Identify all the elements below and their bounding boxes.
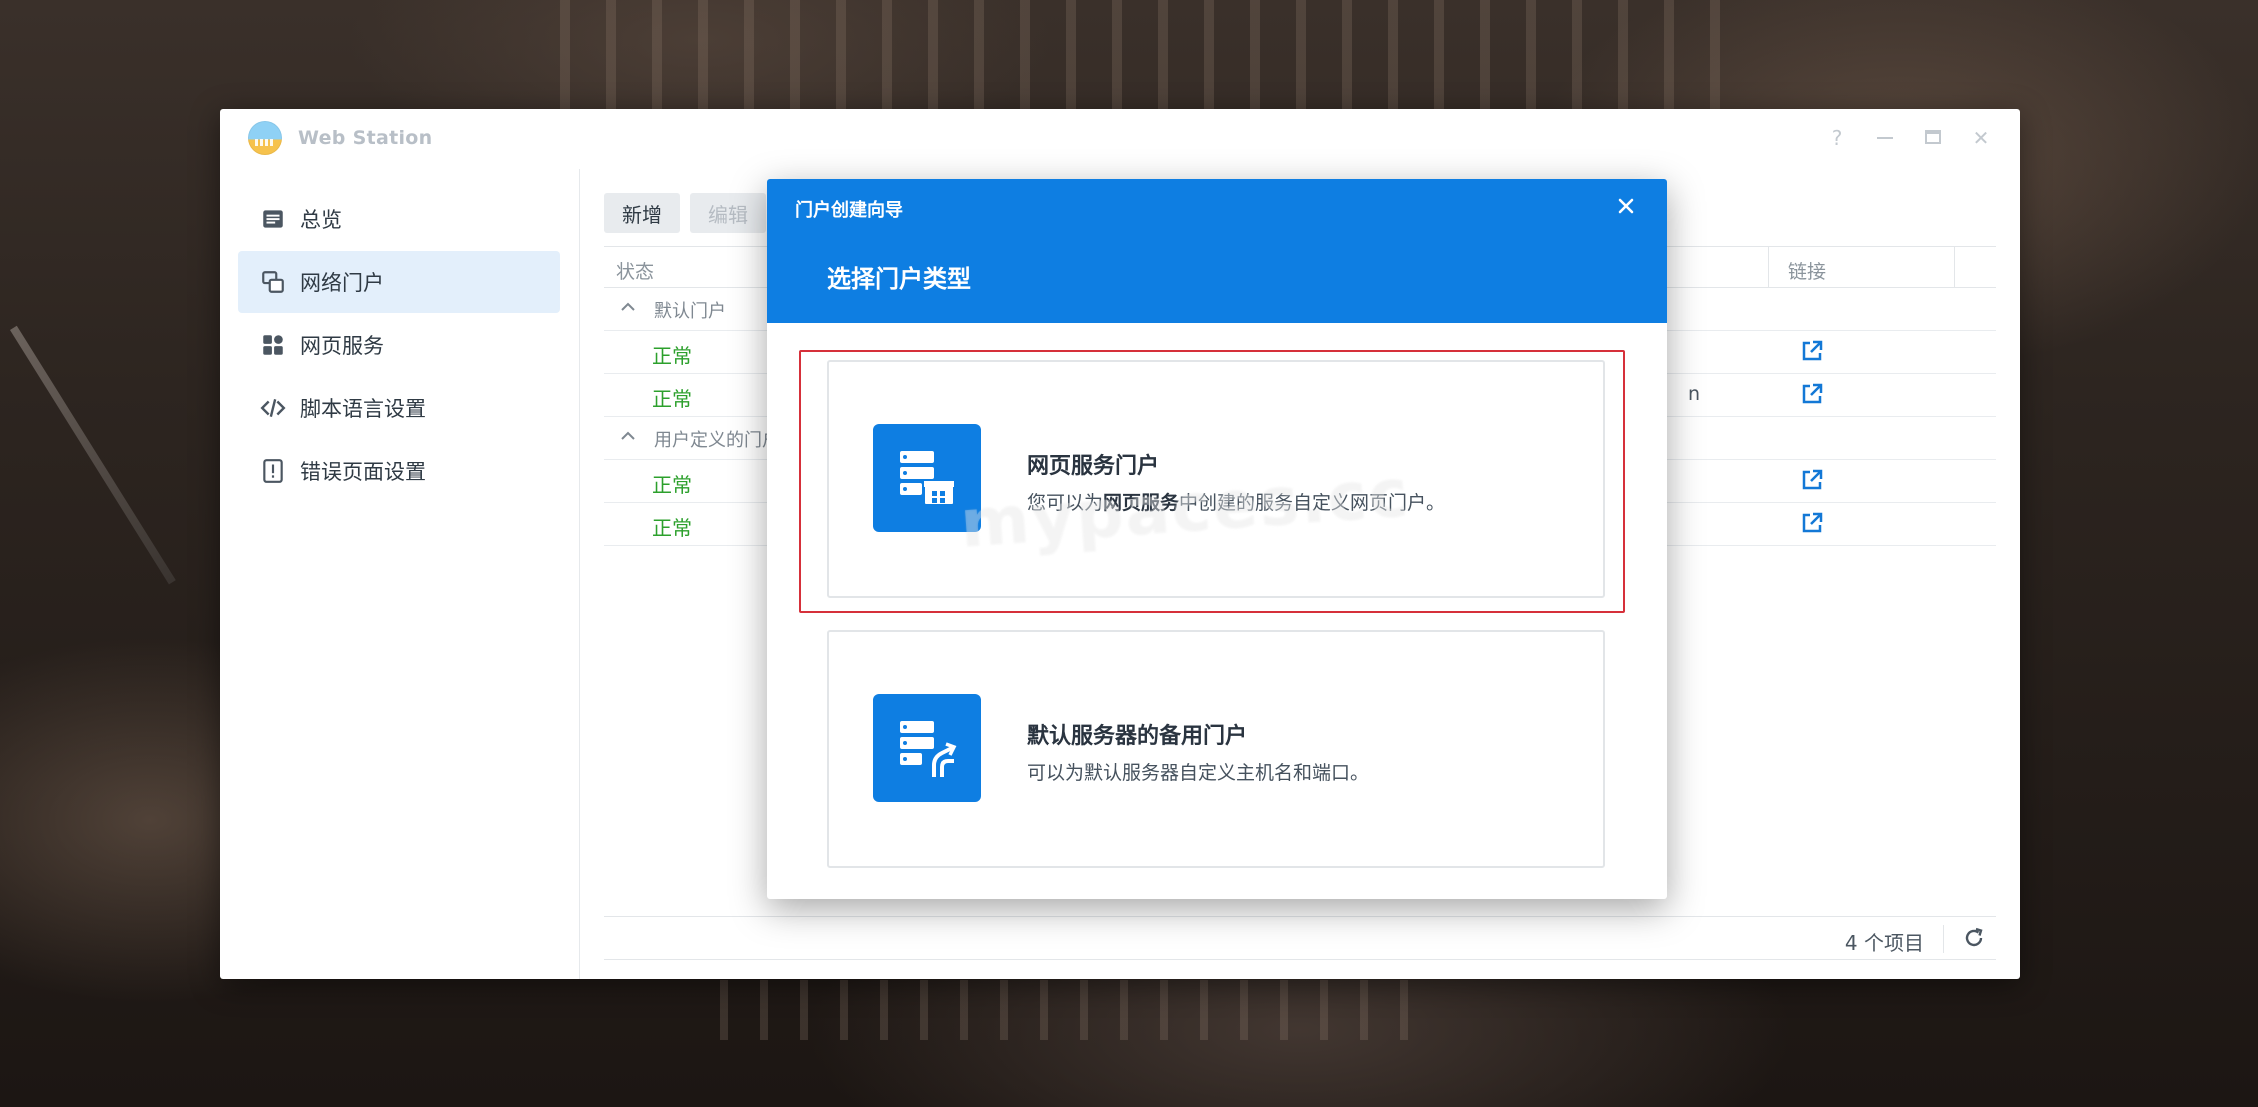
- wizard-step-title: 选择门户类型: [827, 265, 971, 293]
- row-text-fragment: n: [1688, 383, 1701, 405]
- option-web-service-portal[interactable]: 网页服务门户 您可以为网页服务中创建的服务自定义网页门户。: [827, 360, 1605, 598]
- option-alternative-portal[interactable]: 默认服务器的备用门户 可以为默认服务器自定义主机名和端口。: [827, 630, 1605, 868]
- status-badge: 正常: [652, 473, 692, 497]
- item-count: 4 个项目: [1844, 931, 1924, 955]
- sidebar-item-web-portal[interactable]: 网络门户: [238, 251, 560, 313]
- status-badge: 正常: [652, 387, 692, 411]
- background-tripod-leg: [10, 325, 176, 585]
- web-service-portal-icon: [873, 424, 981, 532]
- sidebar-item-overview[interactable]: 总览: [238, 188, 560, 250]
- alternative-portal-icon: [873, 694, 981, 802]
- web-service-icon: [260, 332, 286, 358]
- code-icon: [260, 395, 286, 421]
- toolbar: 新增 编辑: [604, 193, 766, 233]
- external-link-icon[interactable]: [1800, 468, 1824, 492]
- close-window-icon[interactable]: ✕: [1968, 125, 1994, 151]
- external-link-icon[interactable]: [1800, 339, 1824, 363]
- option-description: 您可以为网页服务中创建的服务自定义网页门户。: [1027, 488, 1445, 515]
- edit-button[interactable]: 编辑: [690, 193, 766, 233]
- option-description-suffix: 中创建的服务自定义网页门户。: [1179, 492, 1446, 514]
- add-button[interactable]: 新增: [604, 193, 680, 233]
- chevron-up-icon[interactable]: [618, 297, 638, 317]
- window-title: Web Station: [298, 127, 433, 149]
- background-blinds: [560, 0, 1740, 110]
- option-title: 网页服务门户: [1027, 454, 1160, 479]
- background-blinds-lower: [720, 980, 1420, 1040]
- external-link-icon[interactable]: [1800, 382, 1824, 406]
- help-icon[interactable]: ?: [1824, 125, 1850, 151]
- minimize-icon[interactable]: [1872, 125, 1898, 151]
- column-header-status[interactable]: 状态: [616, 257, 654, 284]
- sidebar: 总览 网络门户 网页服务 脚本语言设置 错误页面设置: [220, 169, 580, 979]
- web-portal-icon: [260, 269, 286, 295]
- footer-separator: [1943, 925, 1944, 953]
- wizard-title: 门户创建向导: [795, 200, 903, 221]
- sidebar-item-label: 总览: [300, 208, 342, 232]
- sidebar-item-label: 网络门户: [300, 271, 384, 295]
- error-page-icon: [260, 458, 286, 484]
- external-link-icon[interactable]: [1800, 511, 1824, 535]
- chevron-up-icon[interactable]: [618, 426, 638, 446]
- sidebar-item-web-service[interactable]: 网页服务: [238, 314, 560, 376]
- sidebar-item-label: 网页服务: [300, 334, 384, 358]
- status-badge: 正常: [652, 344, 692, 368]
- overview-icon: [260, 206, 286, 232]
- sidebar-item-label: 脚本语言设置: [300, 397, 426, 421]
- option-description-prefix: 您可以为: [1027, 492, 1104, 514]
- column-separator: [1768, 247, 1769, 288]
- group-label: 默认门户: [654, 301, 726, 322]
- portal-creation-wizard: 门户创建向导 选择门户类型 网页服务门户 您可以为网页服务中创建的服务自定义网页…: [767, 179, 1667, 899]
- option-title: 默认服务器的备用门户: [1027, 724, 1248, 749]
- column-header-link[interactable]: 链接: [1788, 257, 1826, 284]
- column-separator: [1954, 247, 1955, 288]
- sidebar-item-error-page[interactable]: 错误页面设置: [238, 440, 560, 502]
- window-controls: ? ✕: [1824, 125, 1994, 151]
- group-label: 用户定义的门户: [654, 430, 780, 451]
- sidebar-item-script-language[interactable]: 脚本语言设置: [238, 377, 560, 439]
- wizard-header[interactable]: 门户创建向导 选择门户类型: [767, 179, 1667, 323]
- sidebar-item-label: 错误页面设置: [300, 460, 426, 484]
- refresh-icon[interactable]: [1962, 926, 1986, 950]
- status-badge: 正常: [652, 516, 692, 540]
- close-icon[interactable]: [1613, 193, 1639, 219]
- option-description: 可以为默认服务器自定义主机名和端口。: [1027, 762, 1370, 784]
- grid-footer: 4 个项目: [604, 916, 1996, 960]
- maximize-icon[interactable]: [1920, 125, 1946, 151]
- option-description-bold: 网页服务: [1103, 492, 1180, 514]
- web-station-logo-icon: [248, 121, 282, 155]
- window-titlebar[interactable]: Web Station ? ✕: [220, 109, 2020, 169]
